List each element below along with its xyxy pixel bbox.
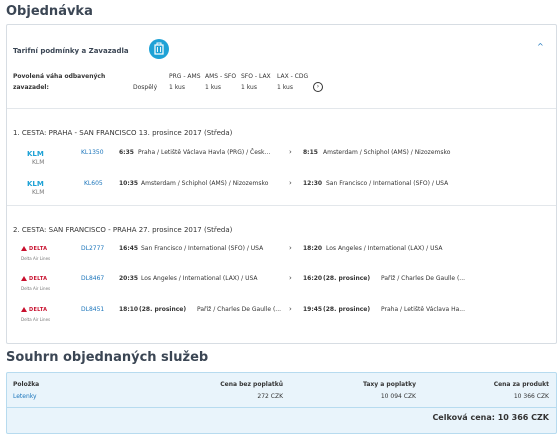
summary-product-price: 10 366 CZK (513, 393, 549, 400)
departure-place: Paříž / Charles De Gaulle (... (197, 306, 282, 313)
airline-name: Delta Air Lines (21, 286, 51, 291)
airline-name: KLM (32, 189, 45, 196)
chevron-right-icon: › (289, 179, 292, 187)
arrival-place: Amsterdam / Schiphol (AMS) / Nizozemsko (323, 149, 451, 156)
departure-place: Amsterdam / Schiphol (AMS) / Nizozemsko (141, 180, 269, 187)
summary-item-link[interactable]: Letenky (13, 393, 37, 400)
departure-time: 20:35 (119, 275, 139, 282)
divider (7, 108, 556, 109)
trip-header: 2. CESTA: SAN FRANCISCO - PRAHA 27. pros… (13, 226, 233, 234)
allowance-value: 1 kus (277, 84, 293, 91)
summary-header-price: Cena bez poplatků (220, 381, 283, 388)
airline-name: Delta Air Lines (21, 317, 51, 322)
summary-header-item: Položka (13, 381, 40, 388)
summary-title: Souhrn objednaných služeb (6, 350, 209, 365)
order-panel: Tarifní podmínky a Zavazadla ^ Povolená … (6, 24, 557, 344)
departure-time: 10:35 (119, 180, 139, 187)
chevron-right-icon: › (289, 274, 292, 282)
summary-fees: 10 094 CZK (380, 393, 416, 400)
flight-number[interactable]: DL8451 (81, 306, 104, 313)
allowance-value: 1 kus (241, 84, 257, 91)
klm-logo: KLM (27, 150, 44, 158)
arrival-date: (28. prosince) (323, 306, 371, 313)
arrival-place: Paříž / Charles De Gaulle (... (381, 275, 466, 282)
flight-number[interactable]: DL8467 (81, 275, 104, 282)
page-title: Objednávka (6, 4, 93, 19)
flight-number[interactable]: KL1350 (81, 149, 104, 156)
klm-logo: KLM (27, 180, 44, 188)
departure-place: Los Angeles / International (LAX) / USA (141, 275, 258, 282)
delta-logo: DELTA (21, 276, 47, 282)
divider (7, 407, 556, 408)
chevron-right-icon: › (289, 244, 292, 252)
allowance-value: 1 kus (169, 84, 185, 91)
trip-header: 1. CESTA: PRAHA - SAN FRANCISCO 13. pros… (13, 129, 233, 137)
circle-arrow-icon[interactable]: › (313, 82, 323, 92)
delta-logo: DELTA (21, 246, 47, 252)
tariff-title[interactable]: Tarifní podmínky a Zavazadla (13, 47, 129, 55)
summary-header-fees: Taxy a poplatky (363, 381, 416, 388)
departure-place: Praha / Letiště Václava Havla (PRG) / Če… (138, 149, 271, 156)
arrival-date: (28. prosince) (323, 275, 371, 282)
arrival-time: 19:45 (303, 306, 323, 313)
arrival-place: Praha / Letiště Václava Ha... (381, 306, 465, 313)
summary-header-total: Cena za produkt (493, 381, 549, 388)
arrival-time: 8:15 (303, 149, 318, 156)
chevron-right-icon: › (289, 148, 292, 156)
arrival-place: Los Angeles / International (LAX) / USA (326, 245, 443, 252)
segment-label: LAX - CDG (277, 73, 309, 80)
segment-label: AMS - SFO (205, 73, 237, 80)
summary-total: Celková cena: 10 366 CZK (432, 413, 549, 422)
baggage-label: Povolená váha odbavených (13, 73, 106, 80)
airline-name: Delta Air Lines (21, 256, 51, 261)
passenger-type: Dospělý (133, 84, 158, 91)
departure-date: (28. prosince) (139, 306, 187, 313)
chevron-right-icon: › (289, 305, 292, 313)
arrival-time: 18:20 (303, 245, 323, 252)
departure-time: 6:35 (119, 149, 134, 156)
luggage-icon (149, 39, 169, 59)
delta-logo: DELTA (21, 307, 47, 313)
summary-panel: Položka Cena bez poplatků Taxy a poplatk… (6, 372, 557, 434)
segment-label: PRG - AMS (169, 73, 201, 80)
arrival-time: 12:30 (303, 180, 323, 187)
departure-time: 18:10 (119, 306, 139, 313)
segment-label: SFO - LAX (241, 73, 271, 80)
summary-price: 272 CZK (257, 393, 283, 400)
baggage-label-2: zavazadel: (13, 84, 49, 91)
departure-time: 16:45 (119, 245, 139, 252)
flight-number[interactable]: KL605 (84, 180, 103, 187)
flight-number[interactable]: DL2777 (81, 245, 104, 252)
divider (7, 205, 556, 206)
arrival-time: 16:20 (303, 275, 323, 282)
airline-name: KLM (32, 159, 45, 166)
allowance-value: 1 kus (205, 84, 221, 91)
departure-place: San Francisco / International (SFO) / US… (141, 245, 264, 252)
chevron-up-icon[interactable]: ^ (537, 42, 544, 51)
arrival-place: San Francisco / International (SFO) / US… (326, 180, 449, 187)
